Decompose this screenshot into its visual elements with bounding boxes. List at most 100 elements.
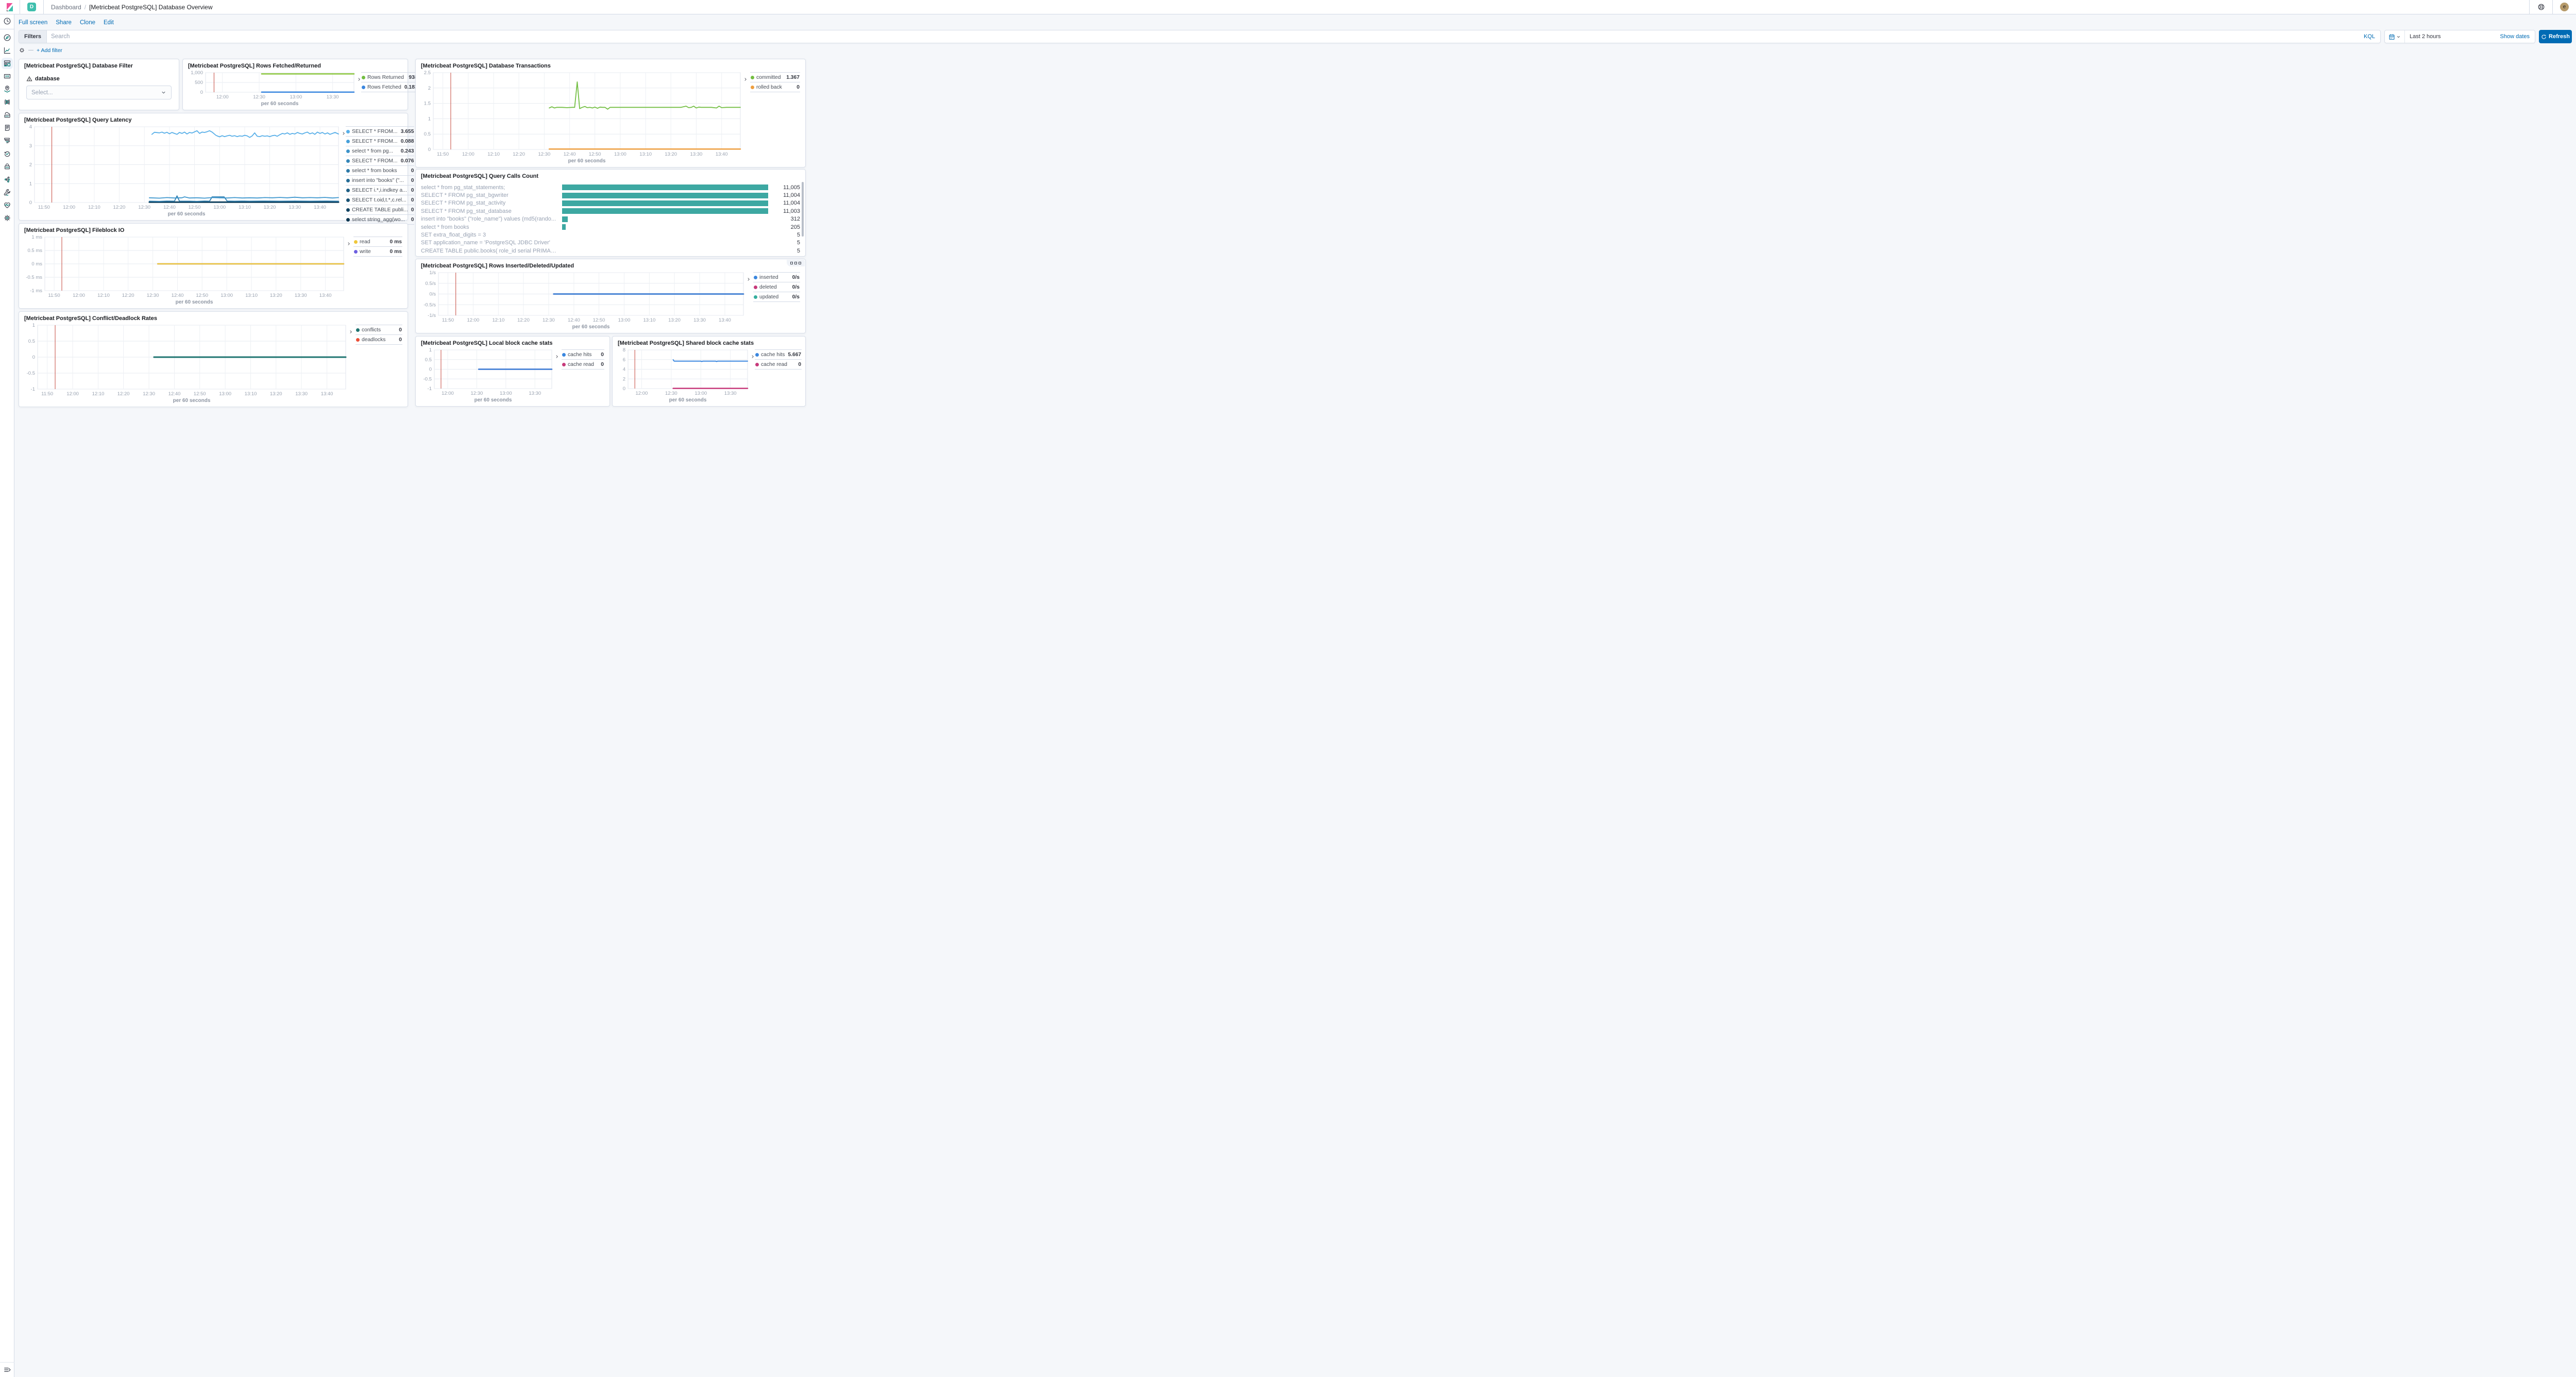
sidebar-item-canvas[interactable] <box>0 70 14 82</box>
chart-query-latency[interactable]: 0123411:5012:0012:1012:2012:3012:4012:50… <box>24 124 342 217</box>
query-calls-row[interactable]: insert into "books" ("role_name") values… <box>421 215 800 223</box>
show-dates-button[interactable]: Show dates <box>2500 33 2535 40</box>
sidebar-item-metrics[interactable] <box>0 108 14 121</box>
sidebar-item-maps[interactable] <box>0 82 14 95</box>
legend-collapse-icon[interactable] <box>349 325 355 404</box>
legend-item[interactable]: insert into "books" ("...0 <box>346 176 414 186</box>
series-color-dot <box>751 86 754 89</box>
time-range-value[interactable]: Last 2 hours <box>2405 33 2441 40</box>
query-calls-row[interactable]: SET application_name = 'PostgreSQL JDBC … <box>421 239 800 247</box>
query-calls-row[interactable]: SELECT * FROM pg_stat_database11,003 <box>421 207 800 215</box>
sidebar-item-dashboard[interactable] <box>0 57 14 70</box>
legend-collapse-icon[interactable] <box>347 237 353 305</box>
legend-collapse-icon[interactable] <box>751 349 755 403</box>
panel-title: [Metricbeat PostgreSQL] Query Latency <box>24 117 402 124</box>
legend-item[interactable]: read0 ms <box>353 237 402 247</box>
legend-item[interactable]: committed1.367 <box>750 73 800 82</box>
sidebar-item-graph[interactable] <box>0 173 14 186</box>
search-input[interactable] <box>47 33 2359 40</box>
sidebar-item-logs[interactable] <box>0 121 14 134</box>
chart-local-block-cache[interactable]: -1-0.500.5112:0012:3013:0013:30per 60 se… <box>421 347 555 403</box>
toolbar-link-full-screen[interactable]: Full screen <box>19 20 47 26</box>
filter-settings-icon[interactable] <box>19 47 25 54</box>
svg-text:3: 3 <box>29 143 32 149</box>
query-calls-row[interactable]: SET extra_float_digits = 35 <box>421 231 800 239</box>
sidebar-item-uptime[interactable] <box>0 147 14 160</box>
svg-text:13:30: 13:30 <box>693 317 706 323</box>
sidebar-item-machine-learning[interactable] <box>0 95 14 108</box>
legend-item[interactable]: SELECT i.*,i.indkey a...0 <box>346 186 414 195</box>
search-box: Filters KQL <box>19 30 2381 43</box>
toolbar-link-edit[interactable]: Edit <box>104 20 114 26</box>
legend-item[interactable]: select * from pg...0.243 <box>346 146 414 156</box>
sidebar-item-management[interactable] <box>0 211 14 224</box>
chart-conflict-deadlock[interactable]: -1-0.500.5111:5012:0012:1012:2012:3012:4… <box>24 323 349 404</box>
space-badge[interactable]: D <box>27 3 36 11</box>
legend-item[interactable]: SELECT t.oid,t.*,c.rel...0 <box>346 195 414 205</box>
sidebar-item-visualize[interactable] <box>0 44 14 57</box>
legend-value: 0 <box>411 168 414 174</box>
legend-collapse-icon[interactable] <box>743 72 750 164</box>
panel-scrollbar[interactable] <box>802 182 804 237</box>
sidebar-item-dev-tools[interactable] <box>0 186 14 198</box>
kql-button[interactable]: KQL <box>2359 33 2380 40</box>
toolbar-link-clone[interactable]: Clone <box>80 20 95 26</box>
legend-item[interactable]: cache hits0 <box>562 350 604 360</box>
kibana-logo[interactable] <box>0 3 20 12</box>
legend-item[interactable]: select * from books0 <box>346 166 414 176</box>
legend-collapse-icon[interactable] <box>747 272 753 330</box>
legend-collapse-icon[interactable] <box>357 72 361 107</box>
query-calls-row[interactable]: SELECT * FROM pg_stat_activity11,004 <box>421 199 800 207</box>
panel-options-button[interactable] <box>787 260 805 266</box>
sidebar-item-recently-viewed[interactable] <box>0 14 14 27</box>
chart-shared-block-cache[interactable]: 0246812:0012:3013:0013:30per 60 seconds <box>618 347 751 403</box>
filters-button[interactable]: Filters <box>19 30 47 43</box>
breadcrumb-dashboard[interactable]: Dashboard <box>51 4 81 11</box>
query-calls-row[interactable]: select * from books205 <box>421 223 800 231</box>
chart-rows-inserted-deleted-updated[interactable]: -1/s-0.5/s0/s0.5/s1/s11:5012:0012:1012:2… <box>421 270 747 330</box>
avatar[interactable]: e <box>2560 3 2569 11</box>
legend-item[interactable]: deadlocks0 <box>355 335 402 345</box>
legend-item[interactable]: SELECT * FROM...3.655 <box>346 127 414 137</box>
legend-item[interactable]: SELECT * FROM...0.088 <box>346 137 414 146</box>
legend-item[interactable]: CREATE TABLE publi...0 <box>346 205 414 215</box>
legend-item[interactable]: Rows Returned938 <box>361 73 418 82</box>
legend-item[interactable]: rolled back0 <box>750 82 800 92</box>
add-filter-button[interactable]: + Add filter <box>37 47 62 54</box>
calendar-dropdown[interactable] <box>2385 30 2405 43</box>
legend-item[interactable]: deleted0/s <box>753 282 800 292</box>
sidebar-item-apm[interactable] <box>0 134 14 147</box>
legend-item[interactable]: updated0/s <box>753 292 800 302</box>
panel-title: [Metricbeat PostgreSQL] Database Filter <box>24 63 174 70</box>
sidebar-item-discover[interactable] <box>0 31 14 44</box>
legend-collapse-icon[interactable] <box>342 126 346 217</box>
legend-item[interactable]: SELECT * FROM...0.076 <box>346 156 414 166</box>
legend-item[interactable]: write0 ms <box>353 247 402 257</box>
legend-item[interactable]: inserted0/s <box>753 273 800 282</box>
legend-item[interactable]: cache read0 <box>562 360 604 370</box>
chart-database-transactions[interactable]: 00.511.522.511:5012:0012:1012:2012:3012:… <box>421 70 743 164</box>
help-button[interactable] <box>2530 0 2552 14</box>
refresh-button[interactable]: Refresh <box>2539 30 2572 43</box>
sidebar-item-stack-monitoring[interactable] <box>0 198 14 211</box>
query-calls-row[interactable]: select * from pg_stat_statements;11,005 <box>421 183 800 191</box>
sidebar-item-siem[interactable] <box>0 160 14 173</box>
toolbar-link-share[interactable]: Share <box>56 20 72 26</box>
date-picker[interactable]: Last 2 hours Show dates <box>2384 30 2535 43</box>
legend-value: 0 <box>601 352 604 358</box>
sidebar-expand-button[interactable] <box>0 1362 14 1377</box>
legend-item[interactable]: conflicts0 <box>355 325 402 335</box>
query-calls-row[interactable]: CREATE TABLE public.books( role_id seria… <box>421 247 800 255</box>
database-select[interactable]: Select... <box>26 86 172 99</box>
legend-value: 0.088 <box>401 139 414 144</box>
svg-text:12:40: 12:40 <box>564 152 576 157</box>
legend-item[interactable]: cache read0 <box>755 360 802 370</box>
query-label: select * from pg_stat_statements; <box>421 184 560 191</box>
chart-rows-fetched-returned[interactable]: 05001,00012:0012:3013:0013:30per 60 seco… <box>188 70 357 107</box>
query-calls-row[interactable]: SELECT * FROM pg_stat_bgwriter11,004 <box>421 191 800 199</box>
legend-collapse-icon[interactable] <box>555 349 562 403</box>
legend-item[interactable]: cache hits5.667 <box>755 350 802 360</box>
legend-item[interactable]: Rows Fetched0.183 <box>361 82 418 92</box>
chart-fileblock-io[interactable]: -1 ms-0.5 ms0 ms0.5 ms1 ms11:5012:0012:1… <box>24 234 347 305</box>
series-color-dot <box>562 353 566 357</box>
